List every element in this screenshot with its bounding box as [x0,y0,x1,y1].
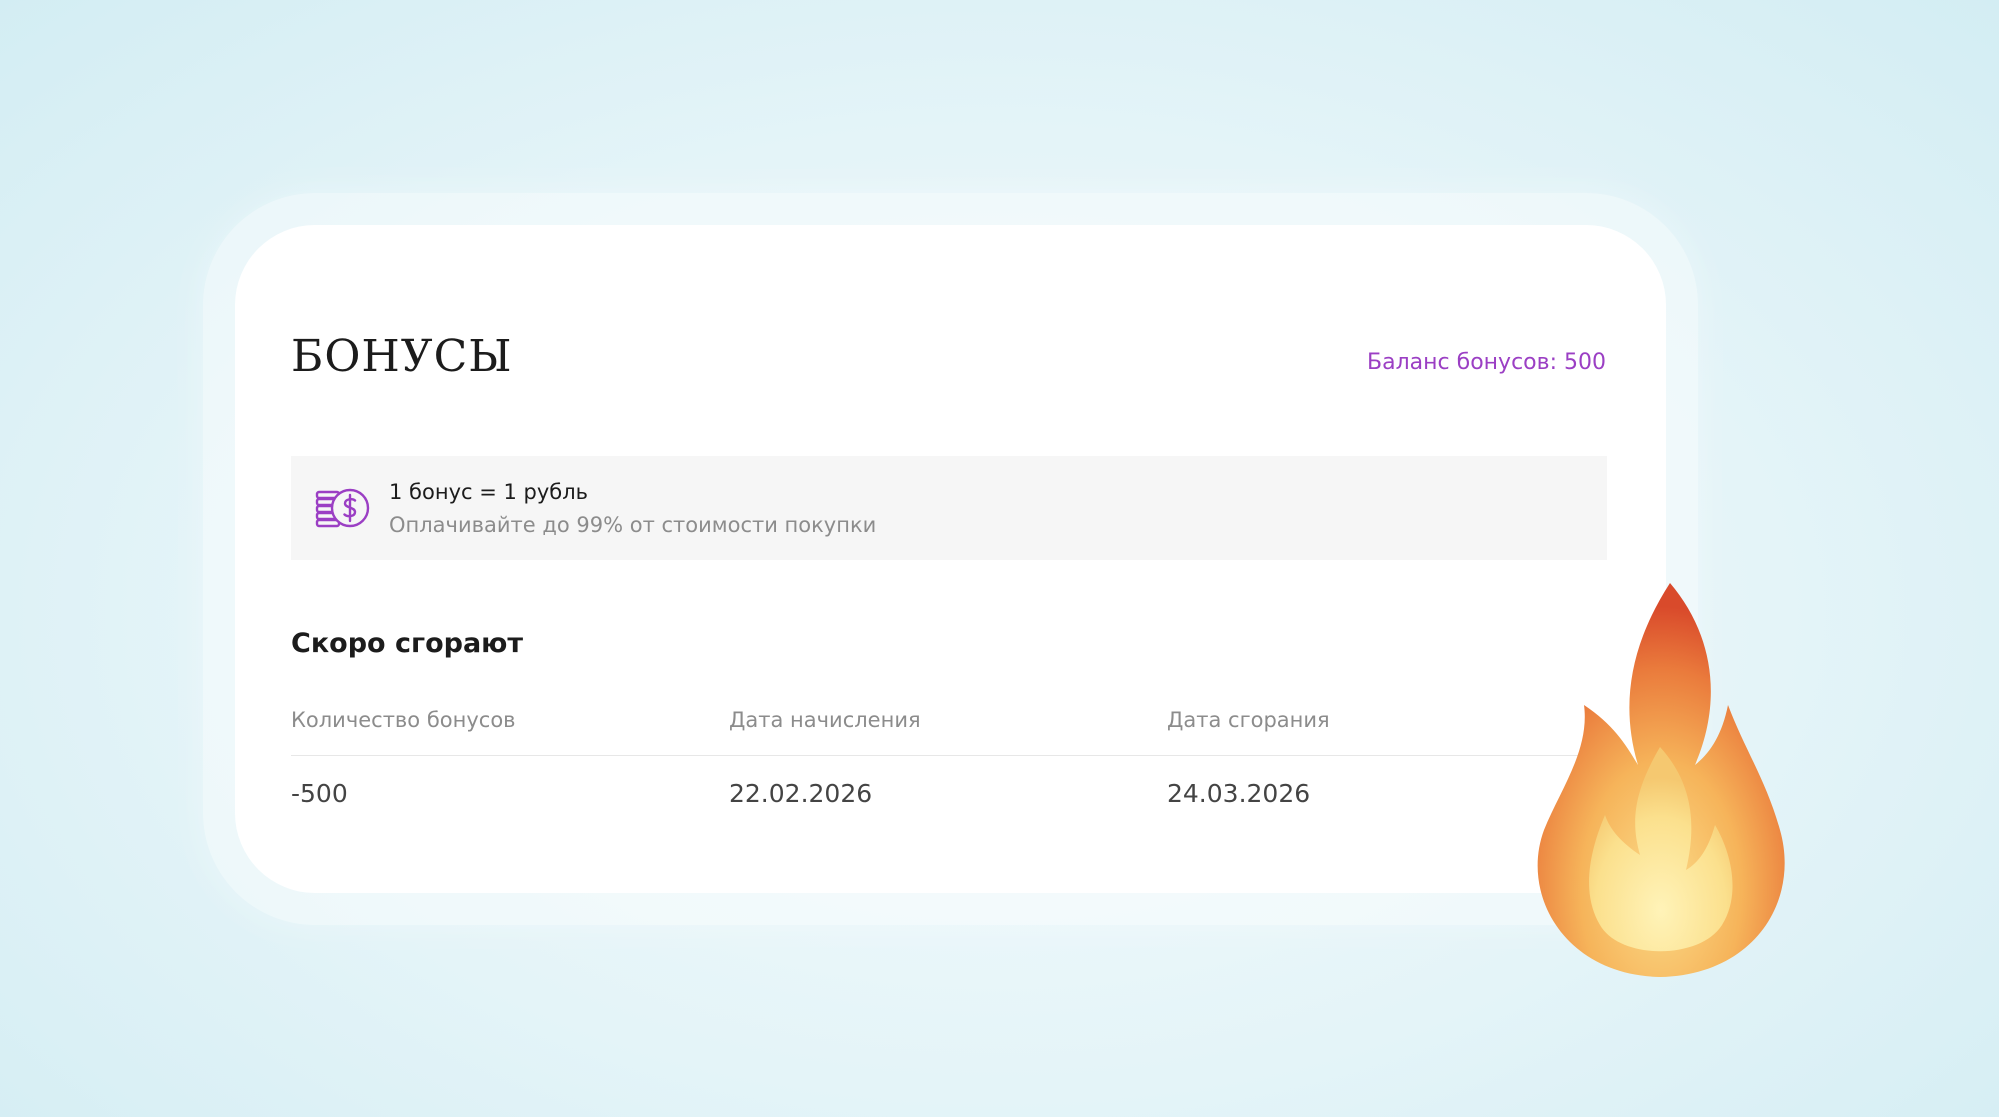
expiring-section-title: Скоро сгорают [291,628,524,659]
row-amount: -500 [291,779,348,808]
bonus-rate-panel: 1 бонус = 1 рубль Оплачивайте до 99% от … [291,456,1607,560]
column-header-accrual-date: Дата начисления [729,708,921,732]
page-title: БОНУСЫ [291,331,513,382]
column-header-expiry-date: Дата сгорания [1167,708,1330,732]
table-divider [291,755,1607,756]
coins-dollar-icon [315,488,370,528]
row-accrual-date: 22.02.2026 [729,779,873,808]
fire-icon [1537,583,1785,977]
bonus-rate-text: 1 бонус = 1 рубль [389,480,589,504]
column-header-amount: Количество бонусов [291,708,516,732]
row-expiry-date: 24.03.2026 [1167,779,1311,808]
bonus-balance: Баланс бонусов: 500 [1367,350,1606,375]
bonus-rate-description: Оплачивайте до 99% от стоимости покупки [389,513,877,537]
bonuses-card: БОНУСЫ Баланс бонусов: 500 1 бонус = 1 р… [235,225,1666,893]
